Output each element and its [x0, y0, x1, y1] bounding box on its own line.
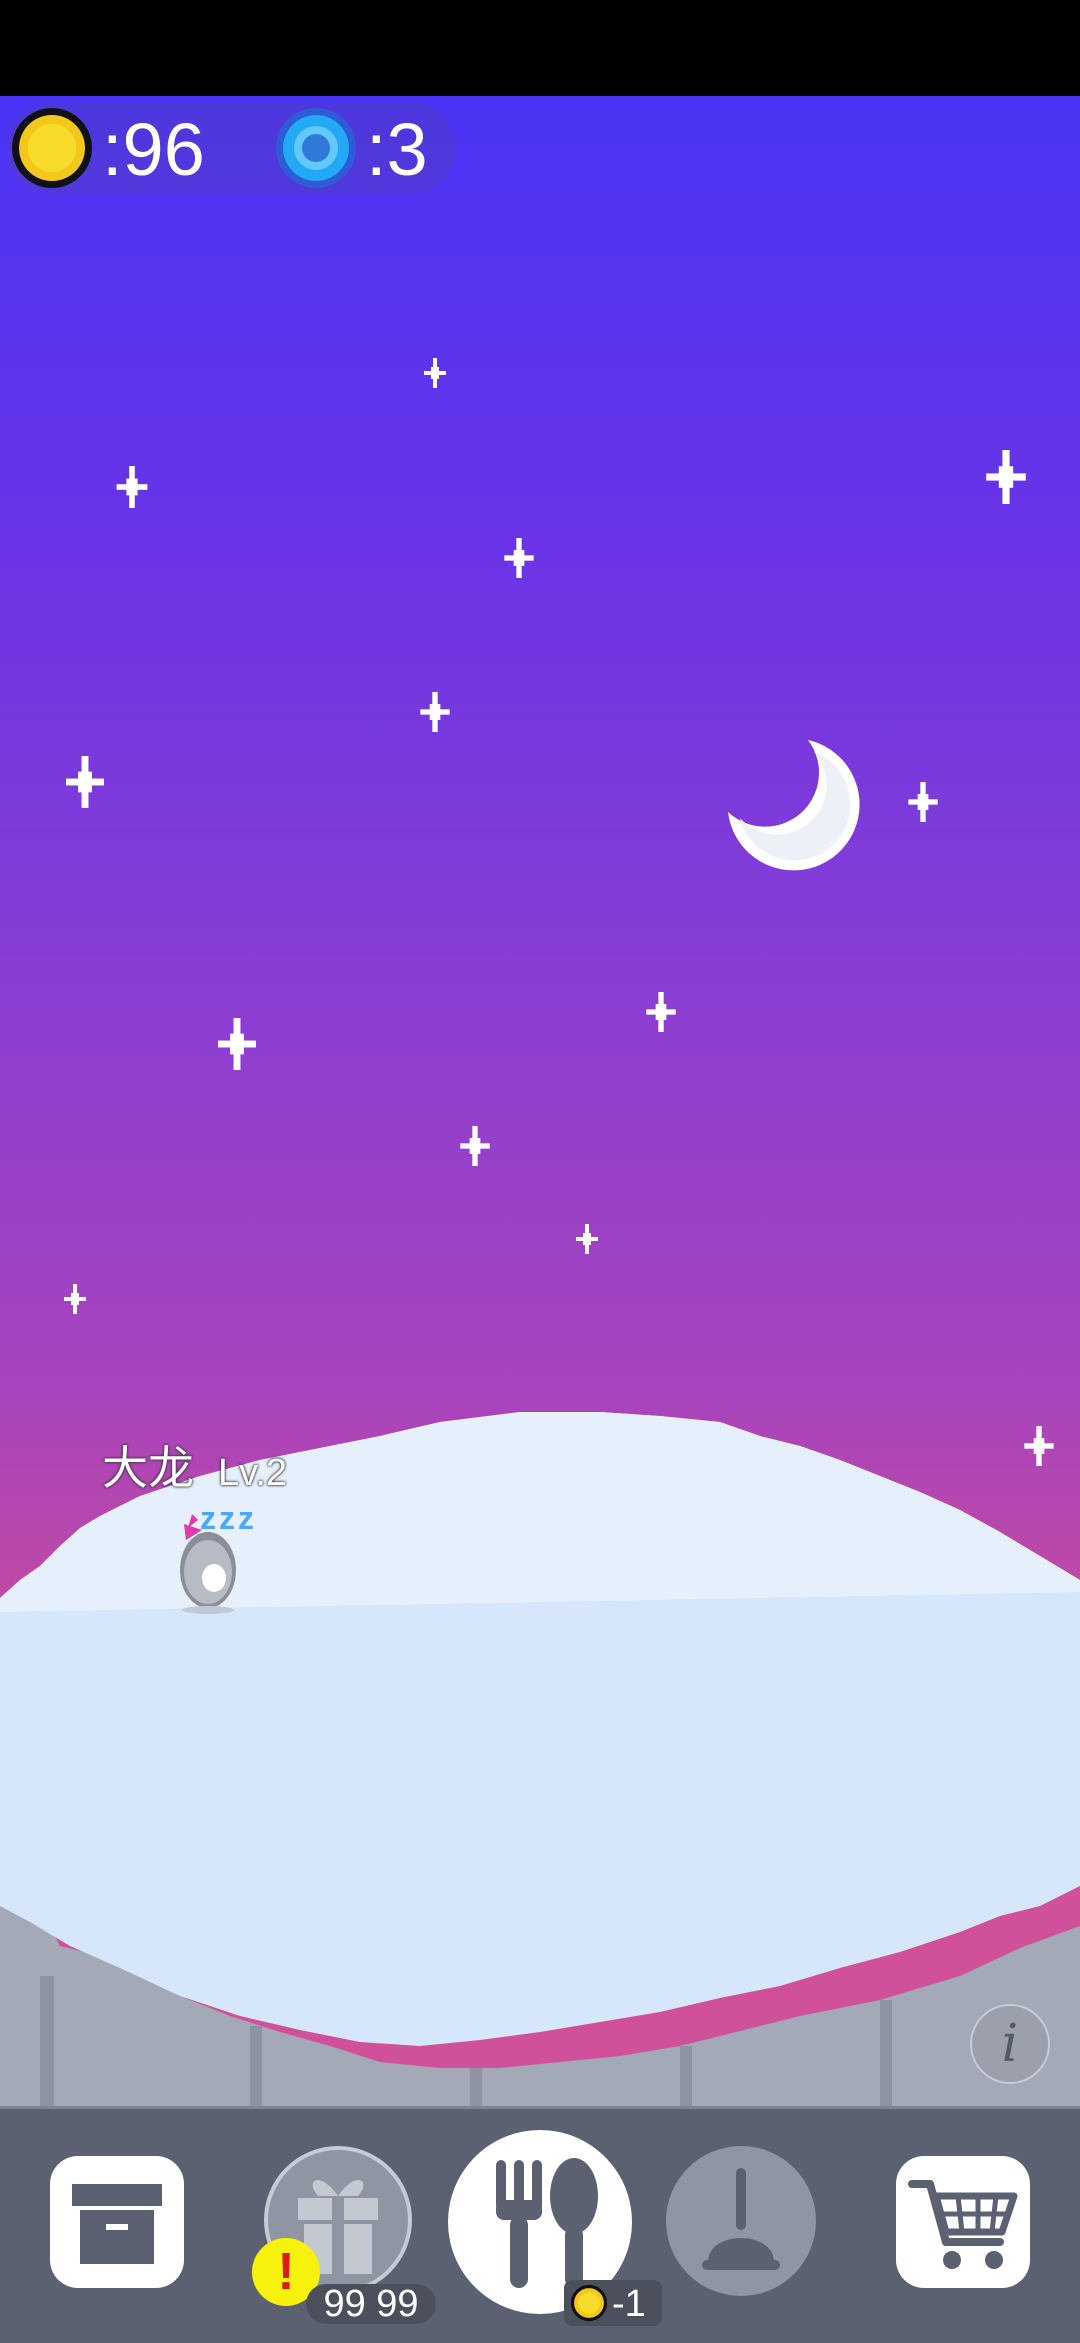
info-button[interactable]: i: [970, 2004, 1050, 2084]
feed-cost: -1: [612, 2283, 646, 2325]
gold-coin-icon: [570, 2284, 608, 2322]
storage-button[interactable]: [50, 2156, 184, 2288]
snowy-island: [0, 1412, 1080, 2340]
plunger-icon: [702, 2168, 780, 2270]
pet-egg[interactable]: [172, 1510, 242, 1620]
gift-count: 99 99: [306, 2284, 436, 2324]
pet-name: 大龙: [102, 1441, 194, 1495]
pet-level: Lv.2: [218, 1452, 288, 1494]
gold-coin-icon: [12, 108, 92, 188]
blue-gem-icon: [276, 108, 356, 188]
storage-box-icon: [72, 2184, 162, 2264]
gem-count: :3: [366, 108, 428, 191]
shopping-cart-icon: [908, 2180, 1018, 2269]
night-sky-scene: [0, 96, 1080, 2340]
clean-button[interactable]: [666, 2146, 816, 2296]
shop-button[interactable]: [896, 2156, 1030, 2288]
coin-count: :96: [102, 108, 205, 191]
status-bar: [0, 0, 1080, 96]
